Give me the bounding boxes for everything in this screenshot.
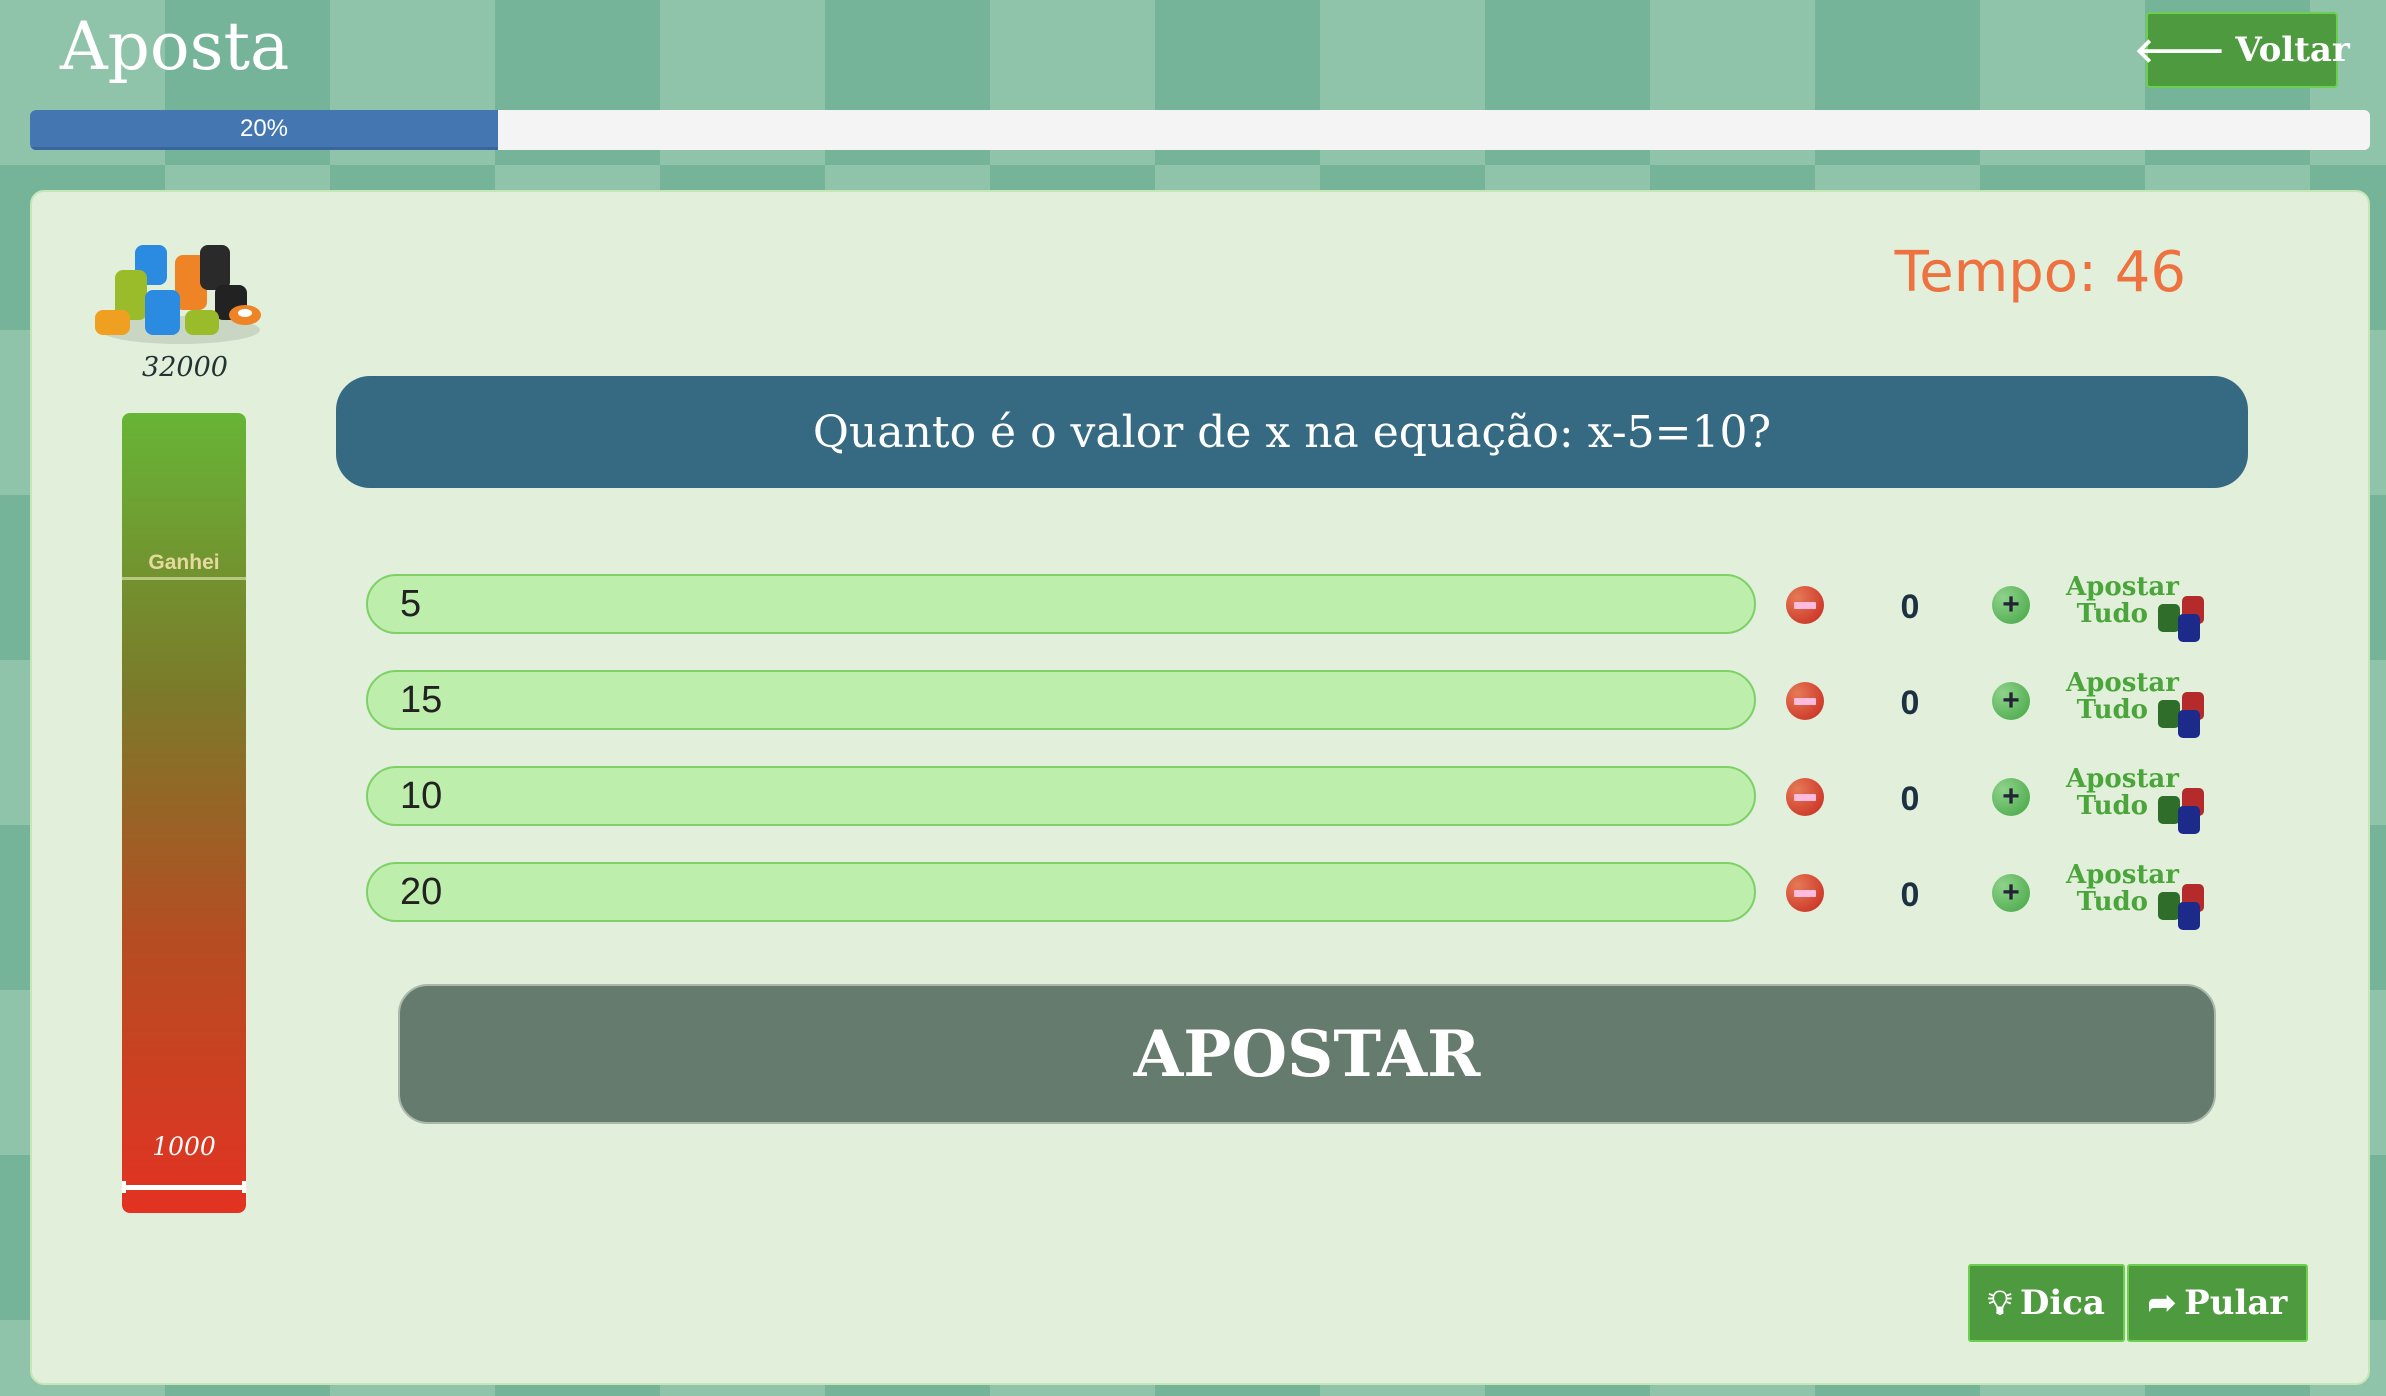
- answer-option[interactable]: 5: [366, 574, 1756, 634]
- answer-row: 15 0 + Apostar Tudo: [366, 670, 2216, 738]
- progress-fill: 20%: [30, 110, 498, 150]
- timer: Tempo: 46: [1894, 240, 2186, 305]
- progress-bar: 20%: [30, 110, 2370, 150]
- answer-row: 5 0 + Apostar Tudo: [366, 574, 2216, 642]
- min-marker: 1000: [152, 1132, 216, 1161]
- plus-icon: +: [2002, 876, 2020, 909]
- increase-bet-button[interactable]: +: [1992, 778, 2030, 816]
- plus-icon: +: [2002, 780, 2020, 813]
- increase-bet-button[interactable]: +: [1992, 874, 2030, 912]
- answer-option[interactable]: 20: [366, 862, 1756, 922]
- back-label: Voltar: [2235, 30, 2350, 70]
- minus-icon: [1794, 601, 1816, 609]
- plus-icon: +: [2002, 684, 2020, 717]
- chips-stack-icon: [95, 245, 261, 344]
- minus-icon: [1794, 889, 1816, 897]
- answer-option[interactable]: 10: [366, 766, 1756, 826]
- bet-amount: 0: [1900, 876, 1920, 914]
- answer-row: 20 0 + Apostar Tudo: [366, 862, 2216, 930]
- chips-icon: [2158, 692, 2210, 740]
- min-line: [122, 1181, 246, 1193]
- chips-icon: [2158, 596, 2210, 644]
- answer-row: 10 0 + Apostar Tudo: [366, 766, 2216, 834]
- place-bet-button[interactable]: APOSTAR: [398, 984, 2216, 1124]
- back-button[interactable]: 🡐 Voltar: [2134, 12, 2350, 88]
- skip-button[interactable]: ➦ Pular: [2127, 1264, 2308, 1342]
- answer-option[interactable]: 15: [366, 670, 1756, 730]
- won-marker: Ganhei: [122, 551, 246, 580]
- bet-amount: 0: [1900, 684, 1920, 722]
- balance-value: 32000: [142, 352, 228, 383]
- minus-icon: [1794, 793, 1816, 801]
- bet-amount: 0: [1900, 588, 1920, 626]
- bet-amount: 0: [1900, 780, 1920, 818]
- decrease-bet-button[interactable]: [1786, 778, 1824, 816]
- chips-icon: [2158, 788, 2210, 836]
- hint-button[interactable]: 💡︎ Dica: [1968, 1264, 2125, 1342]
- increase-bet-button[interactable]: +: [1992, 682, 2030, 720]
- decrease-bet-button[interactable]: [1786, 586, 1824, 624]
- share-arrow-icon: ➦: [2147, 1283, 2177, 1323]
- minus-icon: [1794, 697, 1816, 705]
- page-title: Aposta: [60, 8, 290, 85]
- lightbulb-icon: 💡︎: [1988, 1283, 2012, 1323]
- question-text: Quanto é o valor de x na equação: x-5=10…: [336, 376, 2248, 488]
- increase-bet-button[interactable]: +: [1992, 586, 2030, 624]
- decrease-bet-button[interactable]: [1786, 682, 1824, 720]
- chips-icon: [2158, 884, 2210, 932]
- plus-icon: +: [2002, 588, 2020, 621]
- balance-meter: Ganhei 1000: [122, 413, 246, 1213]
- arrow-left-icon: 🡐: [2134, 30, 2226, 71]
- decrease-bet-button[interactable]: [1786, 874, 1824, 912]
